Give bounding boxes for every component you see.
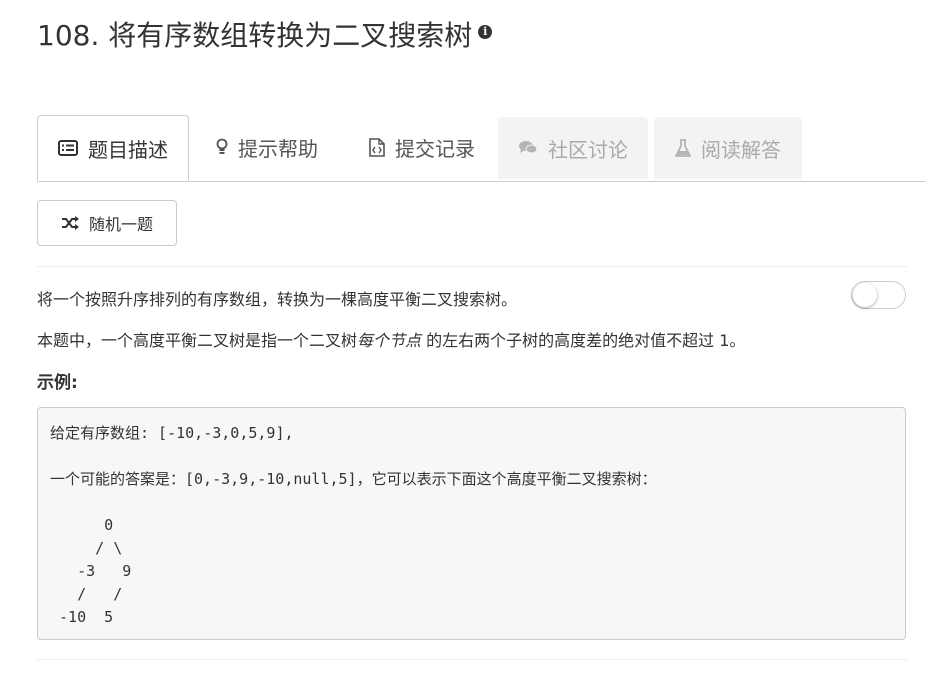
comments-icon (518, 140, 538, 156)
description-text: 本题中，一个高度平衡二叉树是指一个二叉树 (37, 331, 358, 350)
tab-description[interactable]: 题目描述 (37, 115, 189, 181)
flask-icon (675, 139, 691, 157)
file-code-icon (369, 137, 385, 157)
tab-label: 提交记录 (395, 136, 475, 161)
tab-label: 提示帮助 (238, 136, 318, 161)
tab-solution: 阅读解答 (654, 117, 802, 179)
tab-submissions[interactable]: 提交记录 (347, 115, 497, 179)
example-code-block: 给定有序数组: [-10,-3,0,5,9], 一个可能的答案是：[0,-3,9… (37, 407, 906, 640)
tab-hints[interactable]: 提示帮助 (199, 115, 335, 179)
random-problem-button[interactable]: 随机一题 (37, 200, 177, 246)
page-title: 108. 将有序数组转换为二叉搜索树 i (37, 14, 493, 54)
info-circle-icon[interactable]: i (478, 24, 493, 39)
problem-title: 108. 将有序数组转换为二叉搜索树 (37, 19, 473, 52)
random-button-label: 随机一题 (88, 215, 153, 234)
toggle-knob (853, 283, 877, 307)
list-alt-icon (58, 140, 78, 156)
tab-label: 题目描述 (88, 137, 168, 162)
tab-label: 社区讨论 (548, 137, 628, 162)
tab-discuss: 社区讨论 (498, 117, 648, 179)
shuffle-icon (61, 216, 79, 230)
emphasis-text: 每个节点 (357, 331, 422, 350)
toggle-switch[interactable] (851, 281, 906, 309)
description-line-2: 本题中，一个高度平衡二叉树是指一个二叉树每个节点 的左右两个子树的高度差的绝对值… (37, 327, 745, 351)
description-line-1: 将一个按照升序排列的有序数组，转换为一棵高度平衡二叉搜索树。 (37, 290, 518, 309)
divider (37, 659, 907, 660)
tab-bar: 题目描述 提示帮助 提交记录 社区讨论 阅读解答 (37, 115, 925, 182)
tab-label: 阅读解答 (701, 137, 781, 162)
example-heading: 示例: (37, 373, 78, 393)
lightbulb-icon (216, 138, 228, 156)
description-text: 的左右两个子树的高度差的绝对值不超过 1。 (421, 331, 746, 350)
divider (37, 266, 907, 267)
